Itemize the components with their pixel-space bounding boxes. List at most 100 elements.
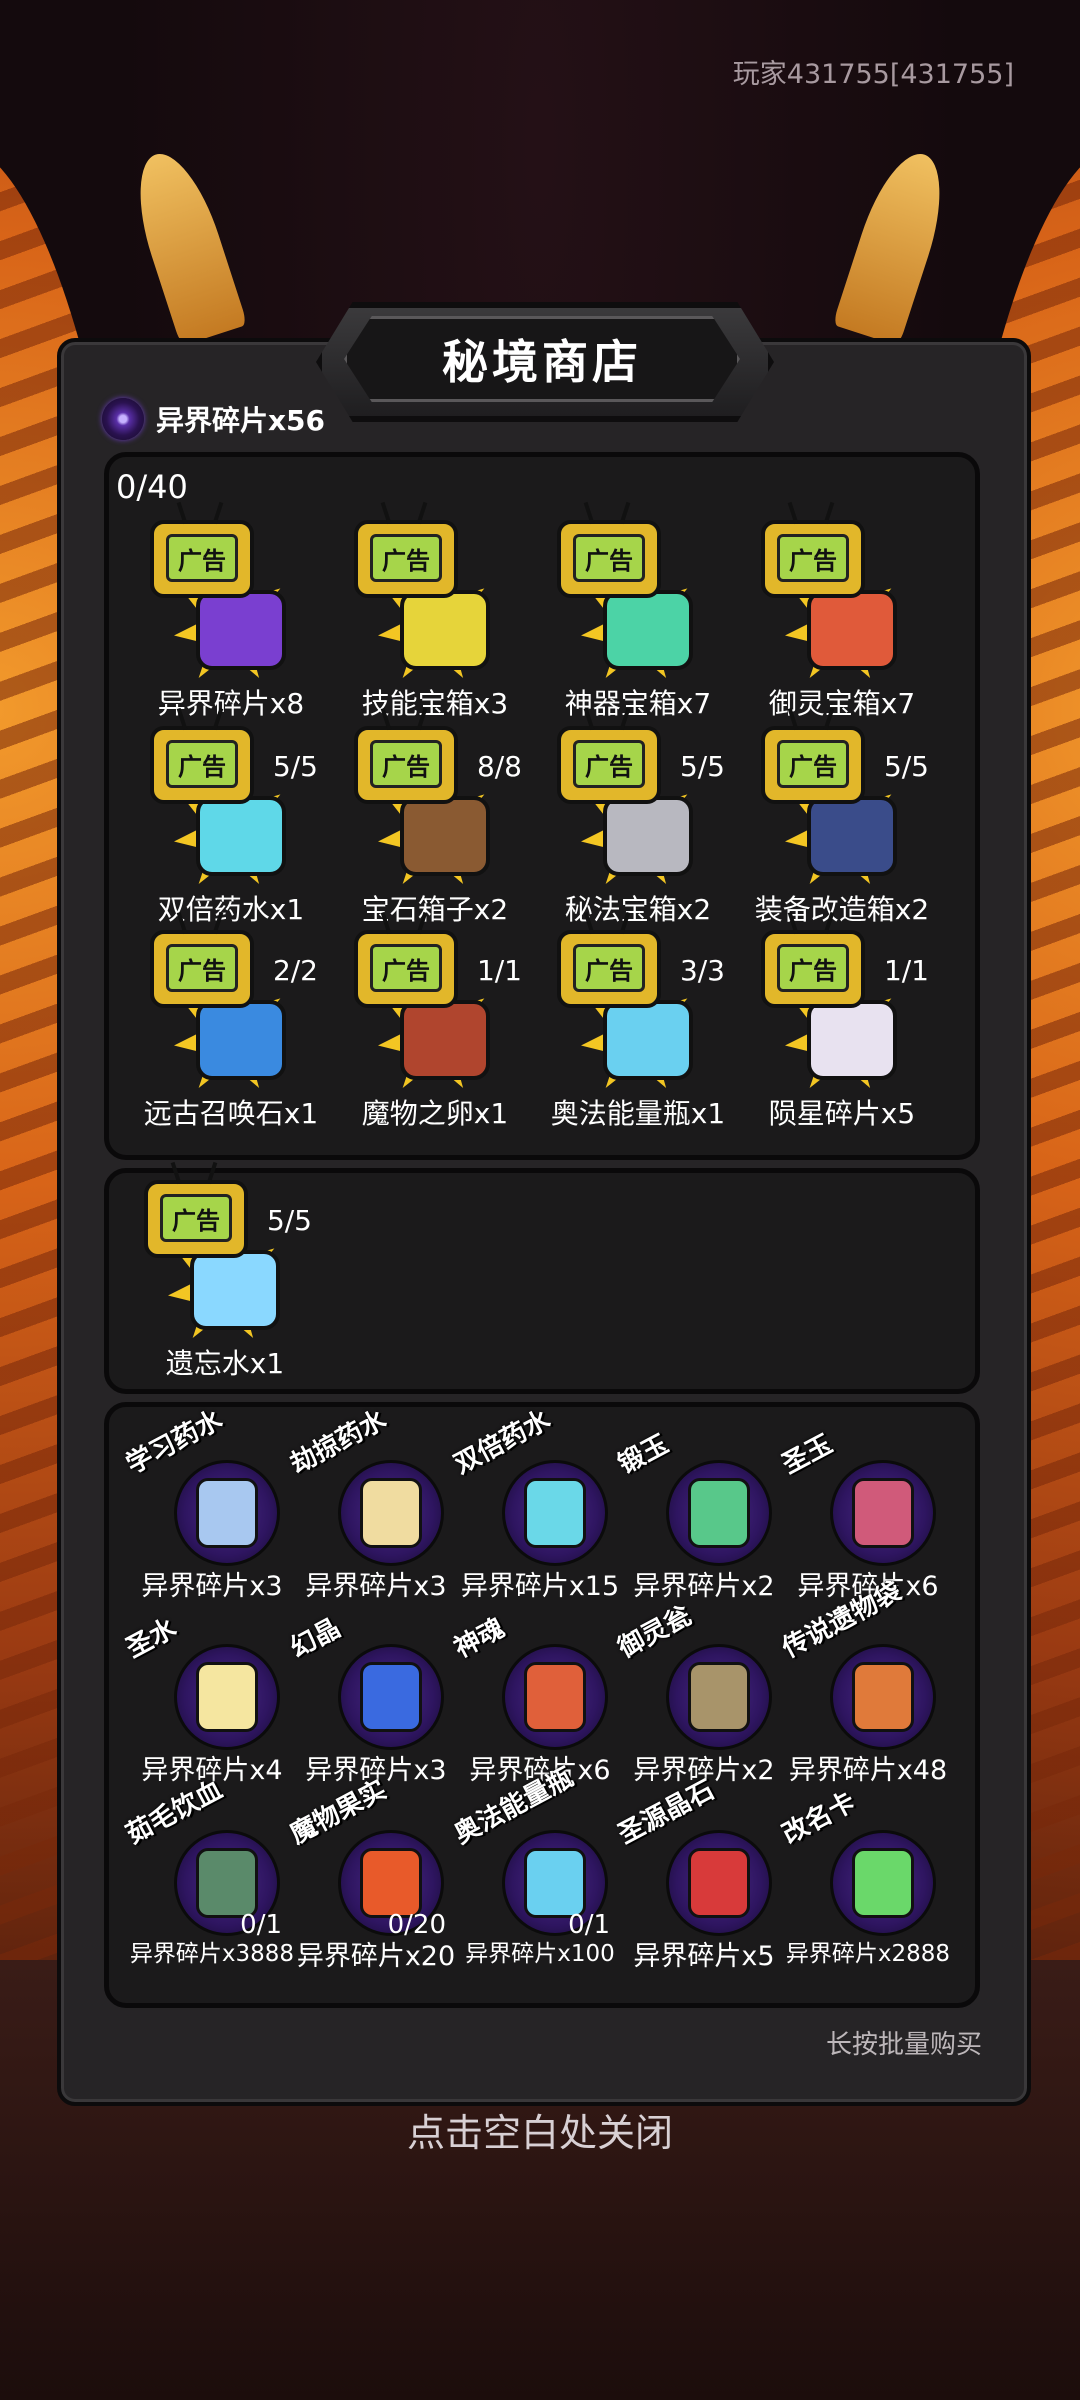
ad-tv-icon: 广告: [150, 707, 254, 804]
ad-item-quantity: 5/5: [679, 750, 725, 783]
shop-item[interactable]: 御灵瓮 异界碎片x2: [613, 1601, 786, 1794]
item-icon: [852, 1662, 914, 1732]
reward-item-icon: [400, 796, 490, 876]
horn-right-art: [832, 143, 958, 347]
reward-item-icon: [196, 1000, 286, 1080]
ad-item-quantity: 3/3: [679, 954, 725, 987]
ad-tv-icon: 广告: [761, 501, 865, 598]
ad-tv-icon: 广告: [761, 707, 865, 804]
ad-reward-item[interactable]: 广告 5/5 双倍药水x1: [136, 707, 326, 926]
item-icon: [196, 1848, 258, 1918]
item-icon: [688, 1662, 750, 1732]
item-icon: [360, 1662, 422, 1732]
item-price: 异界碎片x20: [296, 1941, 456, 1972]
shop-item[interactable]: 学习药水 异界碎片x3: [121, 1405, 294, 1610]
item-price: 异界碎片x3888: [129, 1941, 295, 1967]
reward-item-icon: [400, 590, 490, 670]
shop-item[interactable]: 圣源晶石 异界碎片x5: [613, 1775, 786, 1980]
item-icon: [852, 1478, 914, 1548]
ad-tv-icon: 广告: [150, 911, 254, 1008]
item-price: 异界碎片x3: [141, 1571, 283, 1602]
item-price: 异界碎片x48: [788, 1755, 948, 1786]
ad-item-name: 宝石箱子x2: [361, 893, 509, 926]
ad-reward-item[interactable]: 广告 1/1 魔物之卵x1: [340, 911, 530, 1130]
shop-item[interactable]: 茹毛饮血 0/1 异界碎片x3888: [121, 1775, 294, 1980]
item-price: 异界碎片x15: [460, 1571, 620, 1602]
ad-badge: 广告: [370, 534, 442, 582]
item-icon: [524, 1478, 586, 1548]
ad-reward-item[interactable]: 广告 2/2 远古召唤石x1: [136, 911, 326, 1130]
ad-badge: 广告: [777, 534, 849, 582]
ad-reward-item[interactable]: 广告御灵宝箱x7: [747, 501, 937, 720]
shop-item[interactable]: 神魂 异界碎片x6: [449, 1613, 622, 1794]
player-id: 玩家431755[431755]: [732, 59, 1014, 90]
item-icon: [524, 1662, 586, 1732]
ad-item-name: 魔物之卵x1: [361, 1097, 509, 1130]
ad-badge: 广告: [370, 944, 442, 992]
reward-item-icon: [196, 590, 286, 670]
ad-badge: 广告: [573, 740, 645, 788]
shop-item[interactable]: 奥法能量瓶 0/1 异界碎片x100: [449, 1763, 622, 1980]
ad-item-name: 秘法宝箱x2: [564, 893, 712, 926]
ad-tv-icon: 广告: [354, 501, 458, 598]
item-price: 异界碎片x2888: [785, 1941, 951, 1967]
ad-reward-item[interactable]: 广告 神器宝箱x7: [543, 501, 733, 720]
ad-item-name: 双倍药水x1: [157, 893, 305, 926]
ad-tv-icon: 广告: [150, 501, 254, 598]
ad-tv-icon: 广告: [144, 1161, 248, 1258]
ad-item-quantity: 1/1: [883, 954, 929, 987]
ad-counter: 0/40: [116, 468, 188, 506]
reward-item-icon: [196, 796, 286, 876]
item-price: 异界碎片x2: [633, 1571, 775, 1602]
item-icon: [688, 1478, 750, 1548]
ad-reward-item[interactable]: 广告技能宝箱x3: [340, 501, 530, 720]
ad-item-name: 远古召唤石x1: [143, 1097, 319, 1130]
ad-item-quantity: 2/2: [272, 954, 318, 987]
ad-item-name: 技能宝箱x3: [361, 687, 509, 720]
ad-reward-item[interactable]: 广告 5/5 装备改造箱x2: [747, 707, 937, 926]
ad-item-name: 异界碎片x8: [157, 687, 305, 720]
void-fragment-icon: [102, 398, 144, 440]
ad-reward-item[interactable]: 广告 3/3 奥法能量瓶x1: [543, 911, 733, 1130]
reward-item-icon: [807, 1000, 897, 1080]
ad-reward-item[interactable]: 广告异界碎片x8: [136, 501, 326, 720]
reward-item-icon: [807, 590, 897, 670]
ad-tv-icon: 广告: [761, 911, 865, 1008]
item-icon: [852, 1848, 914, 1918]
ad-tv-icon: 广告: [354, 707, 458, 804]
item-price: 异界碎片x5: [633, 1941, 775, 1972]
currency-display: 异界碎片x56: [102, 398, 325, 440]
ad-reward-item[interactable]: 广告 8/8 宝石箱子x2: [340, 707, 530, 926]
ad-item-quantity: 5/5: [272, 750, 318, 783]
ad-reward-item[interactable]: 广告 1/1 陨星碎片x5: [747, 911, 937, 1130]
item-icon: [360, 1478, 422, 1548]
shop-item[interactable]: 传说遗物袋 异界碎片x48: [777, 1577, 950, 1794]
ad-badge: 广告: [370, 740, 442, 788]
ad-item-name: 装备改造箱x2: [754, 893, 930, 926]
ad-reward-item[interactable]: 广告 5/5 遗忘水x1: [130, 1161, 320, 1380]
ad-badge: 广告: [166, 534, 238, 582]
ad-item-quantity: 5/5: [266, 1204, 312, 1237]
ad-reward-item[interactable]: 广告 5/5 秘法宝箱x2: [543, 707, 733, 926]
ad-badge: 广告: [166, 740, 238, 788]
shop-item[interactable]: 劫掠药水 异界碎片x3: [285, 1405, 458, 1610]
reward-item-icon: [190, 1250, 280, 1330]
reward-item-icon: [603, 1000, 693, 1080]
shop-item[interactable]: 幻晶 异界碎片x3: [285, 1613, 458, 1794]
ad-badge: 广告: [573, 534, 645, 582]
shop-item[interactable]: 改名卡 异界碎片x2888: [777, 1787, 950, 1980]
page-title: 秘境商店: [344, 316, 740, 402]
ad-badge: 广告: [777, 944, 849, 992]
ad-item-quantity: 5/5: [883, 750, 929, 783]
shop-item[interactable]: 双倍药水 异界碎片x15: [449, 1405, 622, 1610]
close-hint[interactable]: 点击空白处关闭: [0, 2102, 1080, 2157]
shop-item[interactable]: 圣水 异界碎片x4: [121, 1613, 294, 1794]
item-icon: [196, 1478, 258, 1548]
ad-tv-icon: 广告: [557, 911, 661, 1008]
ad-item-name: 御灵宝箱x7: [768, 687, 916, 720]
shop-item[interactable]: 锻玉 异界碎片x2: [613, 1429, 786, 1610]
currency-label: 异界碎片x56: [156, 404, 326, 437]
shop-item[interactable]: 魔物果实 0/20 异界碎片x20: [285, 1775, 458, 1980]
item-icon: [524, 1848, 586, 1918]
ad-tv-icon: 广告: [557, 707, 661, 804]
